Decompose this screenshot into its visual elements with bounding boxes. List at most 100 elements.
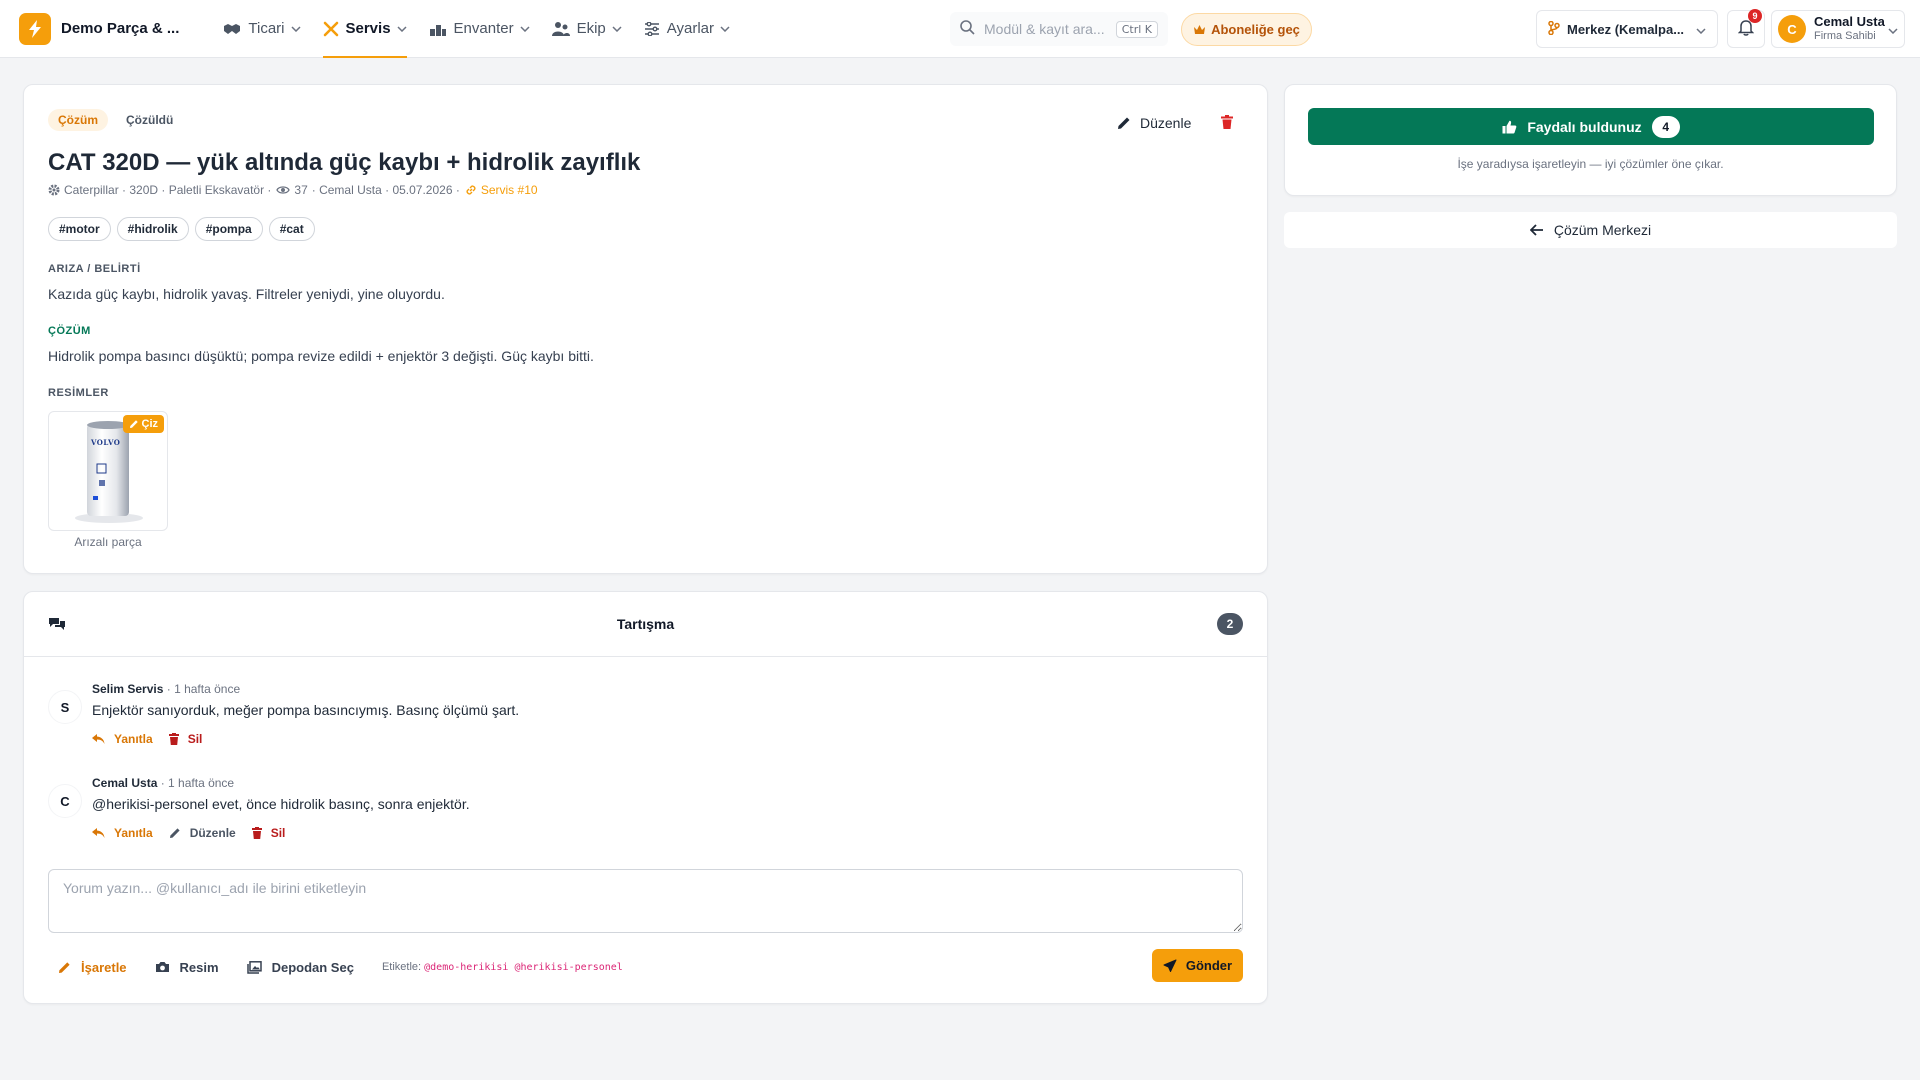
user-menu[interactable]: C Cemal Usta Firma Sahibi <box>1771 10 1905 48</box>
crown-icon <box>1193 24 1206 35</box>
main-nav: Ticari Servis Envanter Ekip Ayarlar <box>215 0 744 58</box>
handshake-icon <box>223 22 241 36</box>
nav-label: Servis <box>345 20 391 37</box>
nav-label: Envanter <box>453 20 514 37</box>
trash-icon <box>251 827 262 839</box>
back-to-solution-center-link[interactable]: Çözüm Merkezi <box>1284 212 1897 248</box>
lightning-logo-icon <box>19 12 51 45</box>
comment-text: Enjektör sanıyorduk, meğer pompa basıncı… <box>92 702 520 718</box>
warehouse-icon <box>429 21 447 37</box>
user-meta: Cemal Usta Firma Sahibi <box>1814 14 1888 43</box>
delete-comment-button[interactable]: Sil <box>168 732 202 746</box>
image-caption: Arızalı parça <box>74 535 142 549</box>
nav-item-envanter[interactable]: Envanter <box>421 0 538 58</box>
reply-button[interactable]: Yanıtla <box>92 826 153 840</box>
user-name: Cemal Usta <box>1814 14 1885 30</box>
avatar: C <box>1778 15 1806 43</box>
symptom-label: ARIZA / BELİRTİ <box>48 263 141 275</box>
notifications-button[interactable]: 9 <box>1727 9 1765 48</box>
reply-button[interactable]: Yanıtla <box>92 732 153 746</box>
comment-author: Selim Servis <box>92 682 164 696</box>
delete-button[interactable] <box>1221 115 1233 132</box>
hashtag-list: #motor #hidrolik #pompa #cat <box>48 217 321 241</box>
comment-actions: Yanıtla Sil <box>92 732 218 746</box>
reply-label: Yanıtla <box>114 732 153 746</box>
tag-hint-users[interactable]: @demo-herikisi @herikisi-personel <box>424 962 623 973</box>
service-link-label: Servis #10 <box>480 183 538 197</box>
search-placeholder: Modül & kayıt ara... <box>984 21 1105 37</box>
nav-item-servis[interactable]: Servis <box>315 0 415 58</box>
chevron-down-icon <box>290 25 301 32</box>
thumbs-up-icon <box>1502 120 1517 134</box>
chevron-down-icon <box>720 25 730 32</box>
comment-time: · 1 hafta önce <box>166 682 241 696</box>
helpful-label: Faydalı buldunuz <box>1527 118 1642 135</box>
hashtag[interactable]: #motor <box>48 217 111 241</box>
faulty-part-image[interactable]: VOLVO Çiz <box>48 411 168 531</box>
nav-item-ticari[interactable]: Ticari <box>215 0 308 58</box>
chevron-down-icon <box>612 25 622 32</box>
symptom-text: Kazıda güç kaybı, hidrolik yavaş. Filtre… <box>48 286 445 302</box>
avatar: C <box>48 784 82 818</box>
branch-icon <box>1548 20 1560 38</box>
draw-label: Çiz <box>141 418 159 430</box>
comment-count-badge: 2 <box>1217 613 1243 635</box>
comment-time: · 1 hafta önce <box>160 776 235 790</box>
helpful-button[interactable]: Faydalı buldunuz 4 <box>1308 108 1874 145</box>
tag-hint-label: Etiketle: <box>381 961 422 973</box>
nav-item-ayarlar[interactable]: Ayarlar <box>636 0 738 58</box>
pencil-icon <box>58 961 71 974</box>
nav-item-ekip[interactable]: Ekip <box>544 0 630 58</box>
comment-header: Cemal Usta · 1 hafta önce <box>92 776 234 790</box>
solution-text: Hidrolik pompa basıncı düşüktü; pompa re… <box>48 348 594 364</box>
top-navbar: Demo Parça & ... Ticari Servis Envanter <box>0 0 1920 58</box>
nav-label: Ekip <box>576 20 606 37</box>
chevron-down-icon <box>397 25 407 32</box>
subscribe-button[interactable]: Aboneliğe geç <box>1181 13 1312 46</box>
service-link[interactable]: Servis #10 <box>465 183 538 197</box>
discussion-title: Tartışma <box>616 616 675 632</box>
page-title: CAT 320D — yük altında güç kaybı + hidro… <box>48 149 641 176</box>
branch-label: Merkez (Kemalpa... <box>1567 21 1685 37</box>
comment-toolbar: İşaretle Resim Depodan Seç Etiketle: @de… <box>48 951 623 983</box>
edit-label: Düzenle <box>189 826 236 840</box>
image-brand-text: VOLVO <box>91 438 121 447</box>
hashtag[interactable]: #pompa <box>194 217 263 241</box>
edit-label: Düzenle <box>1140 115 1192 131</box>
images-label: RESİMLER <box>48 387 109 399</box>
comment-author: Cemal Usta <box>92 776 158 790</box>
nav-label: Ticari <box>248 20 285 37</box>
type-badge: Çözüm <box>48 109 108 131</box>
tools-icon <box>323 21 339 37</box>
trash-icon <box>168 733 179 745</box>
sliders-icon <box>644 21 660 36</box>
hashtag[interactable]: #hidrolik <box>116 217 189 241</box>
helpful-hint: İşe yaradıysa işaretleyin — iyi çözümler… <box>1457 157 1724 171</box>
reply-label: Yanıtla <box>114 826 153 840</box>
search-icon <box>960 20 975 38</box>
comment-header: Selim Servis · 1 hafta önce <box>92 682 240 696</box>
status-badge: Çözüldü <box>126 113 174 127</box>
image-upload-button[interactable]: Resim <box>155 960 219 975</box>
solution-meta: Caterpillar · 320D · Paletli Ekskavatör … <box>48 183 538 197</box>
discussion-header: Tartışma 2 <box>24 592 1267 657</box>
edit-button[interactable]: Düzenle <box>1117 115 1191 131</box>
edit-comment-button[interactable]: Düzenle <box>169 826 236 840</box>
delete-comment-button[interactable]: Sil <box>251 826 285 840</box>
mark-label: İşaretle <box>81 959 127 975</box>
select-from-depot-button[interactable]: Depodan Seç <box>246 960 354 975</box>
brand[interactable]: Demo Parça & ... <box>19 12 179 45</box>
helpful-card: Faydalı buldunuz 4 İşe yaradıysa işaretl… <box>1284 84 1897 196</box>
notification-count-badge: 9 <box>1748 9 1762 23</box>
eye-icon <box>276 185 291 195</box>
comment-input[interactable] <box>48 869 1243 933</box>
back-link-label: Çözüm Merkezi <box>1553 222 1652 238</box>
mark-button[interactable]: İşaretle <box>58 960 127 975</box>
global-search[interactable]: Modül & kayıt ara... Ctrl K <box>950 12 1168 46</box>
comment-text: @herikisi-personel evet, önce hidrolik b… <box>92 796 470 812</box>
branch-selector[interactable]: Merkez (Kemalpa... <box>1536 10 1718 48</box>
view-count: 37 <box>294 183 308 197</box>
hashtag[interactable]: #cat <box>268 217 315 241</box>
draw-button[interactable]: Çiz <box>122 415 164 433</box>
send-button[interactable]: Gönder <box>1152 949 1243 982</box>
